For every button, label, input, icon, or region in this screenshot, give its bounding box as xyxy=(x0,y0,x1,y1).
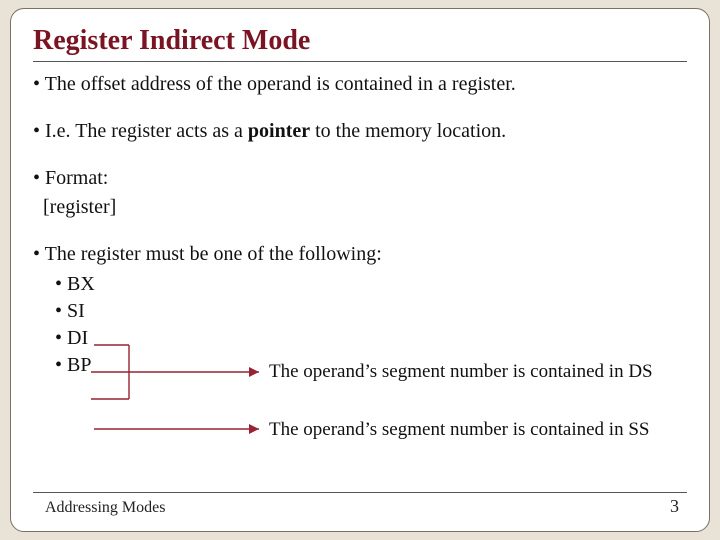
bullet-3-text: Format: xyxy=(45,167,108,189)
reg-si-text: SI xyxy=(67,300,85,322)
slide-title: Register Indirect Mode xyxy=(33,25,687,57)
bullet-4: • The register must be one of the follow… xyxy=(33,242,687,267)
reg-si: • SI xyxy=(55,298,687,325)
reg-bx: • BX xyxy=(55,271,687,298)
format-register-text: [register] xyxy=(43,196,116,218)
bullet-2-pre: I.e. The register acts as a xyxy=(45,120,248,142)
page-number: 3 xyxy=(670,496,679,517)
reg-di: • DI xyxy=(55,325,687,352)
reg-bx-text: BX xyxy=(67,273,95,295)
footer-left: Addressing Modes xyxy=(45,499,165,517)
bullet-1-text: The offset address of the operand is con… xyxy=(45,73,516,95)
bullet-2-bold: pointer xyxy=(248,120,310,142)
bullet-3-line2: [register] xyxy=(33,195,687,220)
callout-ds: The operand’s segment number is containe… xyxy=(269,361,653,383)
bullet-3: • Format: xyxy=(33,166,687,191)
bullet-4-text: The register must be one of the followin… xyxy=(45,243,382,265)
footer-divider xyxy=(33,492,687,493)
callout-ss: The operand’s segment number is containe… xyxy=(269,419,649,441)
reg-bp-text: BP xyxy=(67,354,91,376)
bullet-1: • The offset address of the operand is c… xyxy=(33,72,687,97)
title-divider xyxy=(33,61,687,62)
slide-frame: Register Indirect Mode • The offset addr… xyxy=(10,8,710,532)
bullet-2: • I.e. The register acts as a pointer to… xyxy=(33,119,687,144)
reg-di-text: DI xyxy=(67,327,88,349)
bullet-2-post: to the memory location. xyxy=(310,120,506,142)
